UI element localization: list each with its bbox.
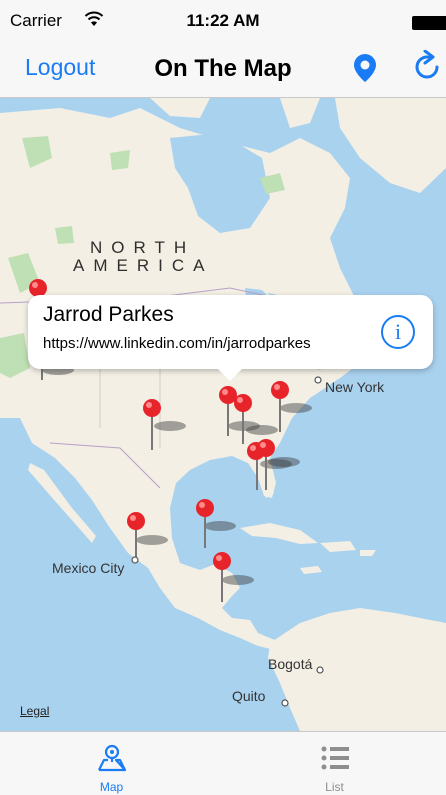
navigation-bar: Logout On The Map [0,38,446,98]
info-icon[interactable]: i [381,315,415,349]
city-label-new-york: New York [325,379,385,395]
status-time: 11:22 AM [186,11,260,30]
app-screen: Carrier 11:22 AM Logout On The Map NORTH… [0,0,446,795]
tab-label-list: List [325,780,344,794]
logout-button[interactable]: Logout [25,54,95,81]
legal-link[interactable]: Legal [20,704,49,718]
city-label-mexico-city: Mexico City [52,560,125,576]
new-york-marker [314,376,322,384]
add-pin-button[interactable] [350,52,380,86]
map-tab-icon [98,744,127,772]
battery-icon [412,16,446,30]
tab-list[interactable]: List [223,732,446,795]
tab-bar: Map List [0,731,446,795]
mexico-city-marker [131,556,139,564]
callout-student-url: https://www.linkedin.com/in/jarrodparkes [43,335,311,352]
bogota-marker [316,666,324,674]
tab-label-map: Map [99,780,124,794]
city-label-quito: Quito [232,688,266,704]
map-pin-icon [354,53,376,82]
tab-map[interactable]: Map [0,732,223,795]
list-tab-icon [321,746,349,770]
map-view[interactable]: NORTH AMERICA New York Mexico City Bogot… [0,98,446,731]
map-canvas[interactable] [0,98,446,731]
continent-label-line2: AMERICA [73,256,214,275]
city-label-bogota: Bogotá [268,656,313,672]
refresh-icon [415,49,439,79]
quito-marker [281,699,289,707]
continent-label-line1: NORTH [90,238,196,257]
callout-student-name: Jarrod Parkes [43,303,174,326]
status-bar: Carrier 11:22 AM [0,0,446,38]
pin-callout[interactable]: Jarrod Parkes https://www.linkedin.com/i… [28,295,433,381]
refresh-button[interactable] [410,49,446,86]
